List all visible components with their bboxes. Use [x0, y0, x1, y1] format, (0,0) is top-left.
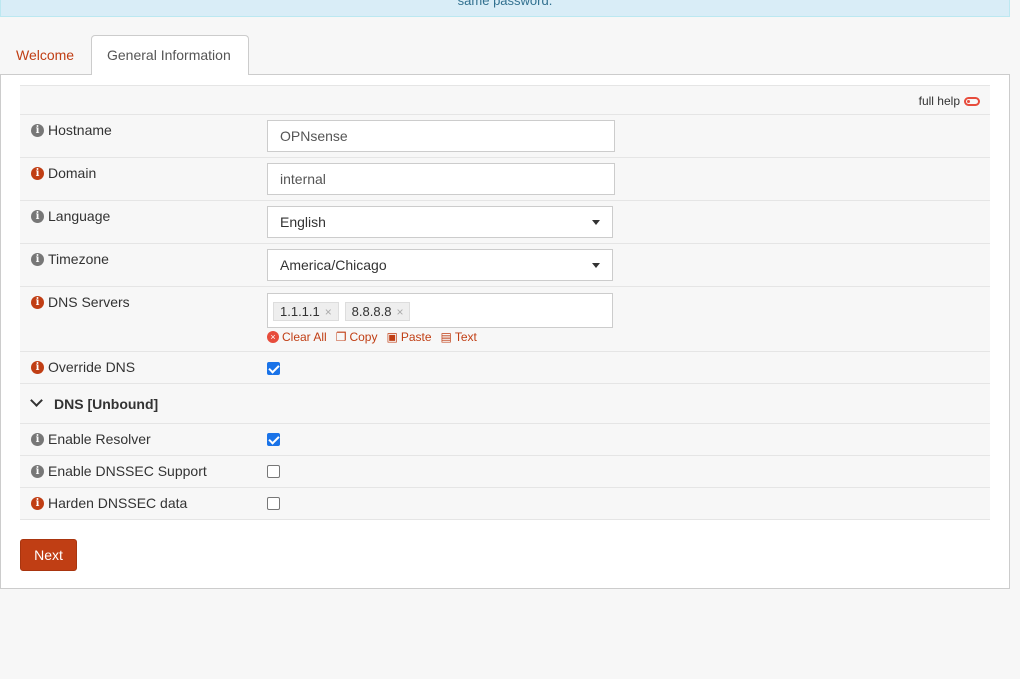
dns-servers-token-input[interactable]: 1.1.1.1 × 8.8.8.8 ×	[267, 293, 613, 328]
caret-down-icon	[592, 220, 600, 225]
copy-button[interactable]: ❐ Copy	[336, 330, 378, 344]
text-button[interactable]: ▤ Text	[441, 330, 477, 344]
info-icon[interactable]: i	[31, 166, 44, 180]
notice-text: same password.	[457, 0, 553, 8]
enable-resolver-label: Enable Resolver	[48, 431, 151, 447]
dns-servers-row: i DNS Servers 1.1.1.1 × 8.8.8.8 × × Clea…	[20, 287, 990, 352]
language-value: English	[280, 214, 326, 230]
enable-resolver-label-wrap: i Enable Resolver	[31, 431, 151, 447]
toggle-off-icon	[964, 96, 980, 106]
hostname-input[interactable]: OPNsense	[267, 120, 615, 152]
text-label: Text	[454, 330, 477, 344]
remove-token-icon[interactable]: ×	[396, 305, 403, 319]
notice-banner: same password.	[0, 0, 1010, 17]
enable-resolver-checkbox[interactable]	[267, 433, 280, 446]
remove-token-icon[interactable]: ×	[325, 305, 332, 319]
language-select[interactable]: English	[267, 206, 613, 238]
override-dns-label: Override DNS	[48, 359, 136, 375]
full-help-toggle[interactable]: full help	[919, 94, 980, 108]
override-dns-checkbox[interactable]	[267, 362, 280, 375]
copy-icon: ❐	[335, 330, 347, 344]
info-icon[interactable]: i	[31, 295, 44, 309]
caret-down-icon	[592, 263, 600, 268]
section-title: DNS [Unbound]	[54, 396, 159, 412]
full-help-label: full help	[918, 94, 960, 108]
enable-dnssec-checkbox[interactable]	[267, 465, 280, 478]
tab-welcome[interactable]: Welcome	[0, 35, 88, 75]
info-icon[interactable]: i	[31, 464, 44, 478]
dns-unbound-section-header[interactable]: DNS [Unbound]	[20, 384, 990, 424]
clear-all-label: Clear All	[282, 330, 327, 344]
domain-row: i Domain internal	[20, 158, 990, 201]
dns-servers-label-wrap: i DNS Servers	[31, 294, 130, 310]
timezone-label: Timezone	[48, 251, 109, 267]
chevron-down-icon	[30, 394, 43, 407]
timezone-row: i Timezone America/Chicago	[20, 244, 990, 287]
next-button[interactable]: Next	[20, 539, 77, 571]
override-dns-label-wrap: i Override DNS	[31, 359, 135, 375]
harden-dnssec-label: Harden DNSSEC data	[48, 495, 188, 511]
times-circle-icon: ×	[267, 331, 279, 343]
paste-button[interactable]: ▣ Paste	[386, 330, 431, 344]
harden-dnssec-label-wrap: i Harden DNSSEC data	[31, 495, 187, 511]
dns-token-text: 1.1.1.1	[280, 304, 320, 319]
enable-dnssec-label-wrap: i Enable DNSSEC Support	[31, 463, 207, 479]
clear-all-button[interactable]: × Clear All	[267, 330, 327, 344]
file-text-icon: ▤	[440, 330, 452, 344]
enable-dnssec-label: Enable DNSSEC Support	[48, 463, 207, 479]
content-panel: full help i Hostname OPNsense i Domain i…	[0, 74, 1010, 589]
info-icon[interactable]: i	[31, 360, 44, 374]
language-label: Language	[48, 208, 111, 224]
tab-general-information[interactable]: General Information	[91, 35, 249, 75]
dns-servers-label: DNS Servers	[48, 294, 130, 310]
enable-dnssec-row: i Enable DNSSEC Support	[20, 456, 990, 488]
hostname-label: Hostname	[48, 122, 112, 138]
help-row: full help	[20, 85, 990, 115]
harden-dnssec-row: i Harden DNSSEC data	[20, 488, 990, 520]
timezone-value: America/Chicago	[280, 257, 387, 273]
language-row: i Language English	[20, 201, 990, 244]
paste-icon: ▣	[386, 330, 398, 344]
domain-input[interactable]: internal	[267, 163, 615, 195]
dns-token: 8.8.8.8 ×	[344, 302, 411, 321]
domain-label-wrap: i Domain	[31, 165, 96, 181]
info-icon[interactable]: i	[31, 209, 44, 223]
override-dns-row: i Override DNS	[20, 352, 990, 384]
paste-label: Paste	[400, 330, 432, 344]
domain-label: Domain	[48, 165, 97, 181]
dns-token: 1.1.1.1 ×	[273, 302, 339, 321]
timezone-select[interactable]: America/Chicago	[267, 249, 613, 281]
info-icon[interactable]: i	[31, 432, 44, 446]
token-actions: × Clear All ❐ Copy ▣ Paste ▤ Text	[267, 330, 477, 344]
copy-label: Copy	[349, 330, 378, 344]
language-label-wrap: i Language	[31, 208, 110, 224]
timezone-label-wrap: i Timezone	[31, 251, 109, 267]
info-icon[interactable]: i	[31, 123, 44, 137]
harden-dnssec-checkbox[interactable]	[267, 497, 280, 510]
hostname-row: i Hostname OPNsense	[20, 115, 990, 158]
hostname-label-wrap: i Hostname	[31, 122, 112, 138]
info-icon[interactable]: i	[31, 252, 44, 266]
info-icon[interactable]: i	[31, 496, 44, 510]
dns-token-text: 8.8.8.8	[351, 304, 392, 319]
enable-resolver-row: i Enable Resolver	[20, 424, 990, 456]
settings-form: full help i Hostname OPNsense i Domain i…	[20, 85, 990, 520]
